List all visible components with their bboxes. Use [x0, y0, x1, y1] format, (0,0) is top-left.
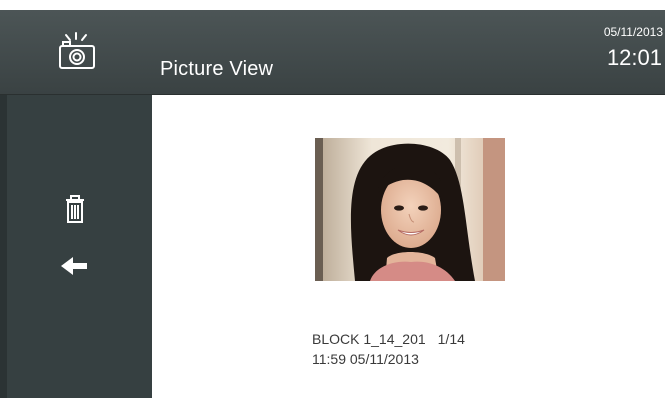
picture-timestamp: 11:59 05/11/2013 — [312, 351, 419, 367]
content-area: BLOCK 1_14_201 1/14 11:59 05/11/2013 — [152, 95, 665, 398]
time-display: 12:01 — [606, 45, 662, 70]
trash-icon — [66, 195, 84, 223]
back-arrow-icon — [61, 257, 87, 275]
header-bar: Picture View 05/11/2013 12:01 — [0, 10, 665, 95]
date-display: 05/11/2013 — [603, 25, 663, 39]
picture-info: BLOCK 1_14_201 1/14 — [312, 331, 465, 347]
page-title: Picture View — [160, 58, 274, 80]
camera-icon — [52, 32, 104, 72]
sidebar — [0, 95, 152, 398]
screen: Picture View 05/11/2013 12:01 BLOCK 1_14… — [0, 0, 665, 398]
captured-photo[interactable] — [315, 138, 505, 281]
delete-button[interactable] — [58, 193, 92, 229]
sidebar-edge — [0, 95, 7, 398]
picture-count: 1/14 — [437, 331, 465, 347]
picture-name: BLOCK 1_14_201 — [312, 331, 426, 347]
back-button[interactable] — [53, 252, 97, 280]
